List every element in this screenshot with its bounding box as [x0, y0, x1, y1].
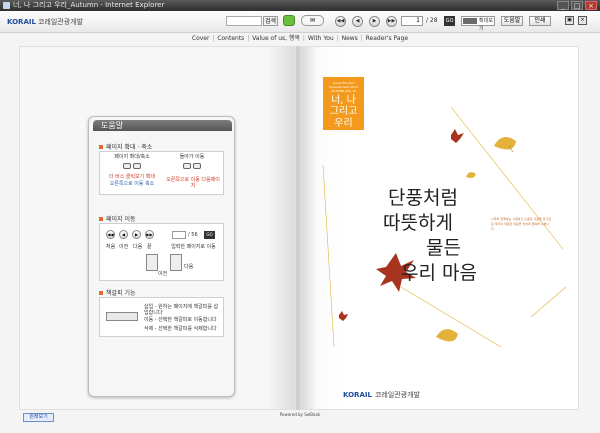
zoom-glasses-icon: [123, 163, 131, 169]
help-label-next: 다음: [133, 244, 143, 250]
window-titlebar: 너, 나 그리고 우리_Autumn - Internet Explorer _…: [0, 0, 600, 11]
page-move-section: ◀◀ ◀ ▶ ▶▶ / 56 GO 처음 이전 다음 끝 입력한 페이지로 이동…: [99, 223, 224, 281]
page-number-input[interactable]: 1: [401, 16, 423, 26]
help-prev-label: 이전: [158, 271, 168, 277]
help-page-input: [172, 231, 186, 239]
move-desc-1: 오른쪽으로 이동 다음페이지: [166, 177, 220, 189]
bookmark-insert: 삽입 - 원하는 페이지에 책갈피를 삽입합니다: [144, 304, 219, 316]
next-page-icon[interactable]: ▶: [369, 16, 380, 27]
chat-icon[interactable]: [283, 15, 295, 26]
help-first-icon: ◀◀: [106, 230, 115, 239]
help-title: 도움말: [93, 120, 232, 131]
zoom-desc-1: 더 버스 클릭보기 확대: [108, 174, 156, 180]
print-button[interactable]: 인쇄: [529, 16, 551, 26]
gingko-leaf-1: [494, 137, 516, 150]
page-move-section-title: 페이지 이동: [99, 214, 136, 223]
help-go: GO: [204, 231, 215, 239]
zoom-section: 페이지 확대/축소 돌아가 이동 더 버스 클릭보기 확대 오른쪽으로 이동 축…: [99, 151, 224, 195]
viewer-toolbar: KORAIL 코레일관광개발 검색 ✉ ◀◀ ◀ ▶ ▶▶ 1 / 28 GO 확…: [0, 11, 600, 33]
menu-with-you[interactable]: With You: [308, 35, 334, 42]
maple-leaf-small: [451, 129, 464, 143]
go-button[interactable]: GO: [444, 16, 455, 26]
cover-blurb: 나무와 함께하는 시원하고 소중한 사람들 한가로운 우리의 따뜻한 마음을 전…: [491, 217, 551, 231]
help-prev-icon: ◀: [119, 230, 128, 239]
poem-line-1: 단풍처럼: [388, 187, 458, 209]
help-last-icon: ▶▶: [145, 230, 154, 239]
poem-line-4: 우리 마음: [401, 262, 477, 284]
bookmark-delete: 삭제 - 선택한 책갈피를 삭제합니다: [144, 326, 217, 332]
menu-contents[interactable]: Contents: [217, 35, 244, 42]
help-page-total: / 56: [188, 232, 198, 238]
minimize-button[interactable]: _: [557, 1, 569, 10]
powered-by: Powered by SolBook: [279, 412, 321, 417]
menu-value-of-us[interactable]: Value of us, 행복: [252, 35, 300, 42]
zoom-desc-2: 오른쪽으로 이동 축소: [109, 181, 155, 187]
zoom-glasses-icon-2: [133, 163, 141, 169]
zoom-label: 페이지 확대/축소: [114, 154, 150, 160]
bookmark-section: 삽입 - 원하는 페이지에 책갈피를 삽입합니다 이동 - 선택한 책갈피로 이…: [99, 297, 224, 337]
close-viewer-icon[interactable]: ×: [578, 16, 587, 25]
original-view-button[interactable]: 원래보기: [23, 413, 54, 422]
cover-brand: KORAIL 코레일관광개발: [343, 391, 421, 399]
brand-logo: KORAIL 코레일관광개발: [7, 18, 84, 26]
help-prev-page-thumb: [146, 254, 158, 271]
browser-icon: [3, 2, 10, 9]
bookmark-bar-icon: [106, 312, 138, 321]
help-next-icon: ▶: [132, 230, 141, 239]
zoom-section-title: 페이지 확대 · 축소: [99, 142, 152, 151]
search-input[interactable]: [226, 16, 262, 26]
view-toggle[interactable]: 확대보기: [461, 16, 495, 32]
contents-menu: Cover | Contents | Value of us, 행복 | Wit…: [191, 35, 409, 42]
window-title: 너, 나 그리고 우리_Autumn - Internet Explorer: [13, 1, 165, 9]
help-label-go: 입력한 페이지로 이동: [171, 244, 216, 250]
page-total: / 28: [426, 17, 438, 24]
prev-page-icon[interactable]: ◀: [352, 16, 363, 27]
gingko-leaf-2: [466, 172, 476, 178]
poem-line-2: 따뜻하게: [383, 212, 453, 234]
menu-cover[interactable]: Cover: [192, 35, 210, 42]
help-next-label: 다음: [184, 264, 194, 270]
last-page-icon[interactable]: ▶▶: [386, 16, 397, 27]
help-panel: 도움말 페이지 확대 · 축소 페이지 확대/축소 돌아가 이동 더 버스 클릭…: [88, 116, 235, 397]
help-label-prev: 이전: [119, 244, 129, 250]
move-label: 돌아가 이동: [179, 154, 205, 160]
move-glasses-icon: [183, 163, 191, 169]
maximize-button[interactable]: □: [571, 1, 583, 10]
menu-news[interactable]: News: [342, 35, 358, 42]
bookmark-move: 이동 - 선택한 책갈피로 이동합니다: [144, 317, 217, 323]
help-label-last: 끝: [147, 244, 152, 250]
move-glasses-icon-2: [193, 163, 201, 169]
first-page-icon[interactable]: ◀◀: [335, 16, 346, 27]
left-page[interactable]: 도움말 페이지 확대 · 축소 페이지 확대/축소 돌아가 이동 더 버스 클릭…: [19, 46, 296, 410]
fullscreen-icon[interactable]: ▣: [565, 16, 574, 25]
help-next-page-thumb: [170, 254, 182, 271]
menu-readers-page[interactable]: Reader's Page: [366, 35, 408, 42]
cover-page[interactable]: Korail Tourism Development 2013 AUTUMN V…: [300, 46, 579, 410]
help-button[interactable]: 도움말: [501, 16, 523, 26]
poem-line-3: 물든: [426, 237, 461, 259]
close-button[interactable]: ×: [585, 1, 597, 10]
gingko-leaf-3: [436, 329, 458, 342]
book-spread: 도움말 페이지 확대 · 축소 페이지 확대/축소 돌아가 이동 더 버스 클릭…: [19, 46, 579, 410]
share-button[interactable]: ✉: [301, 15, 324, 26]
bookmark-section-title: 책갈피 기능: [99, 288, 136, 297]
maple-leaf-tiny: [339, 311, 348, 321]
help-label-first: 처음: [106, 244, 116, 250]
search-button[interactable]: 검색: [263, 16, 278, 26]
